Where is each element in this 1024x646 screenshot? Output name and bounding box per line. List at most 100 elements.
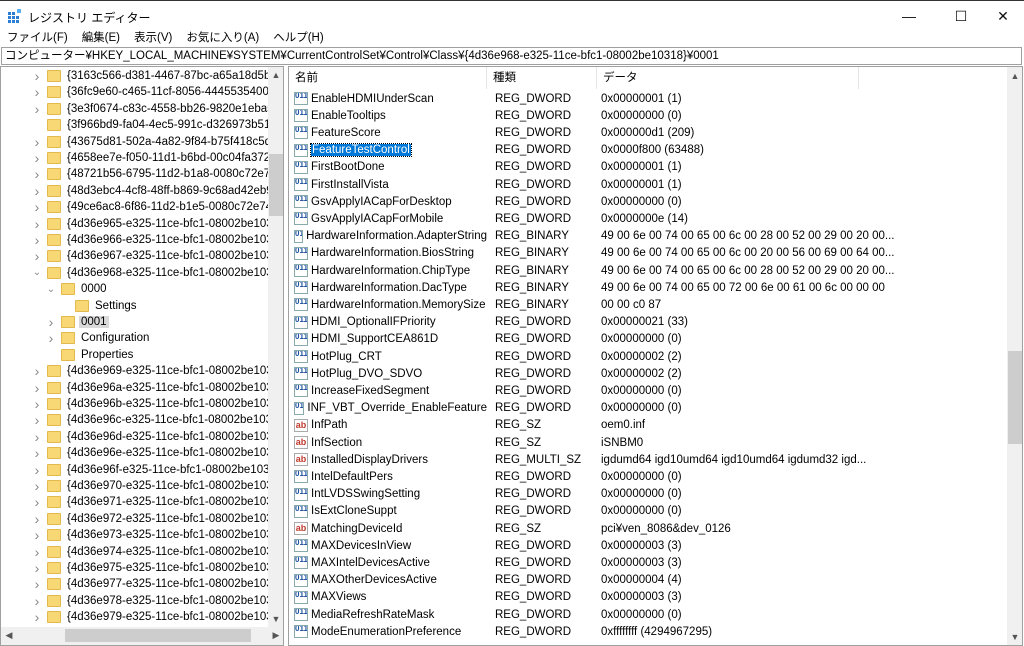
chevron-right-icon[interactable]: › <box>31 380 43 396</box>
chevron-right-icon[interactable]: › <box>45 330 57 346</box>
tree-node-label[interactable]: {4d36e96c-e325-11ce-bfc1-08002be10318} <box>65 414 269 426</box>
tree-node-label[interactable]: {48721b56-6795-11d2-b1a8-0080c72e74a2} <box>65 168 269 180</box>
tree-node[interactable]: › {4d36e978-e325-11ce-bfc1-08002be10318} <box>31 593 269 609</box>
value-name[interactable]: InfPath <box>311 419 347 431</box>
tree-node-label[interactable]: {4d36e96f-e325-11ce-bfc1-08002be10318} <box>65 464 269 476</box>
tree-node[interactable]: › {36fc9e60-c465-11cf-8056-444553540000} <box>31 84 269 100</box>
tree-node-label[interactable]: {4658ee7e-f050-11d1-b6bd-00c04fa372a7} <box>65 152 269 164</box>
value-row[interactable]: 011 110MAXDevicesInView REG_DWORD 0x000000… <box>289 537 1007 554</box>
scroll-down-icon[interactable]: ▼ <box>268 614 283 624</box>
tree-horizontal-scrollbar[interactable]: ◀ ▶ <box>1 627 283 645</box>
value-name[interactable]: FirstInstallVista <box>311 179 389 191</box>
maximize-button[interactable]: ☐ <box>938 1 984 31</box>
value-row[interactable]: 011 110EnableTooltips REG_DWORD 0x00000000… <box>289 107 1007 124</box>
chevron-right-icon[interactable]: › <box>31 363 43 379</box>
chevron-right-icon[interactable]: › <box>31 248 43 264</box>
chevron-right-icon[interactable]: › <box>31 199 43 215</box>
menu-favorites[interactable]: お気に入り(A) <box>179 30 266 47</box>
tree-node-label[interactable]: {4d36e967-e325-11ce-bfc1-08002be10318} <box>65 250 269 262</box>
chevron-right-icon[interactable]: › <box>45 314 57 330</box>
value-name[interactable]: EnableTooltips <box>311 110 386 122</box>
tree-node-label[interactable]: {4d36e96b-e325-11ce-bfc1-08002be10318} <box>65 398 269 410</box>
chevron-right-icon[interactable]: › <box>31 396 43 412</box>
tree-node-label[interactable]: {4d36e965-e325-11ce-bfc1-08002be10318} <box>65 218 269 230</box>
chevron-right-icon[interactable]: › <box>31 68 43 84</box>
value-row[interactable]: 011 110FeatureScore REG_DWORD 0x000000d1 (… <box>289 124 1007 141</box>
tree-node-label[interactable]: {4d36e975-e325-11ce-bfc1-08002be10318} <box>65 562 269 574</box>
value-name[interactable]: HardwareInformation.AdapterString <box>306 230 487 242</box>
value-row[interactable]: ab MatchingDeviceId REG_SZ pci¥ven_8086&dev… <box>289 520 1007 537</box>
tree-node[interactable]: › {4d36e96f-e325-11ce-bfc1-08002be10318} <box>31 462 269 478</box>
tree-node[interactable]: › {4d36e977-e325-11ce-bfc1-08002be10318} <box>31 576 269 592</box>
scroll-thumb[interactable] <box>269 154 283 216</box>
chevron-right-icon[interactable]: › <box>31 609 43 625</box>
tree-node-label[interactable]: {3e3f0674-c83c-4558-bb26-9820e1eba5c5} <box>65 103 269 115</box>
chevron-right-icon[interactable]: › <box>31 429 43 445</box>
value-row[interactable]: 011 110MAXIntelDevicesActive REG_DWORD 0x0… <box>289 554 1007 571</box>
tree-node[interactable]: Properties <box>45 347 135 363</box>
chevron-down-icon[interactable]: ⌄ <box>45 284 57 295</box>
value-row[interactable]: 011 110HDMI_OptionalIFPriority REG_DWORD 0… <box>289 314 1007 331</box>
value-name[interactable]: InfSection <box>311 437 362 449</box>
chevron-right-icon[interactable]: › <box>31 511 43 527</box>
chevron-right-icon[interactable]: › <box>31 232 43 248</box>
value-row[interactable]: 011 110HDMI_SupportCEA861D REG_DWORD 0x000… <box>289 331 1007 348</box>
value-name[interactable]: FeatureTestControl <box>310 143 412 158</box>
value-row[interactable]: 011 110MAXOtherDevicesActive REG_DWORD 0x0… <box>289 572 1007 589</box>
menu-edit[interactable]: 編集(E) <box>75 30 127 47</box>
close-button[interactable]: ✕ <box>980 1 1024 31</box>
tree-node[interactable]: › {4d36e96d-e325-11ce-bfc1-08002be10318} <box>31 429 269 445</box>
tree-node[interactable]: › {4d36e966-e325-11ce-bfc1-08002be10318} <box>31 232 269 248</box>
value-row[interactable]: 011 110IntelDefaultPers REG_DWORD 0x000000… <box>289 468 1007 485</box>
tree-node[interactable]: › {4d36e969-e325-11ce-bfc1-08002be10318} <box>31 363 269 379</box>
tree-node-label[interactable]: 0000 <box>79 283 109 295</box>
tree-node[interactable]: Settings <box>59 298 139 314</box>
tree-node[interactable]: ⌄ {4d36e968-e325-11ce-bfc1-08002be10318} <box>31 265 269 281</box>
chevron-right-icon[interactable]: › <box>31 216 43 232</box>
value-name[interactable]: MAXDevicesInView <box>311 540 411 552</box>
minimize-button[interactable]: — <box>886 1 932 31</box>
tree-node-label[interactable]: Settings <box>93 300 139 312</box>
tree-node[interactable]: › {4d36e967-e325-11ce-bfc1-08002be10318} <box>31 248 269 264</box>
chevron-right-icon[interactable]: › <box>31 478 43 494</box>
tree-node-label[interactable]: {4d36e96d-e325-11ce-bfc1-08002be10318} <box>65 431 269 443</box>
value-row[interactable]: 011 110GsvApplyIACapForMobile REG_DWORD 0x… <box>289 210 1007 227</box>
tree-node[interactable]: › {4d36e96a-e325-11ce-bfc1-08002be10318} <box>31 380 269 396</box>
tree-node-label[interactable]: {4d36e969-e325-11ce-bfc1-08002be10318} <box>65 365 269 377</box>
column-header-type[interactable]: 種類 <box>487 67 597 89</box>
address-bar[interactable]: コンピューター¥HKEY_LOCAL_MACHINE¥SYSTEM¥Curren… <box>1 47 1022 65</box>
tree-node-label[interactable]: Properties <box>79 349 135 361</box>
scroll-up-icon[interactable]: ▲ <box>1007 71 1022 81</box>
value-row[interactable]: 011 110HotPlug_DVO_SDVO REG_DWORD 0x000000… <box>289 365 1007 382</box>
value-row[interactable]: 011 110FirstInstallVista REG_DWORD 0x00000… <box>289 176 1007 193</box>
tree-node-label[interactable]: {36fc9e60-c465-11cf-8056-444553540000} <box>65 86 269 98</box>
tree-node[interactable]: › 0001 <box>45 314 109 330</box>
value-name[interactable]: EnableHDMIUnderScan <box>311 93 434 105</box>
value-row[interactable]: 011 110MediaRefreshRateMask REG_DWORD 0x00… <box>289 606 1007 623</box>
values-vertical-scrollbar[interactable]: ▲ ▼ <box>1007 67 1022 645</box>
value-name[interactable]: MatchingDeviceId <box>311 523 402 535</box>
menu-view[interactable]: 表示(V) <box>127 30 179 47</box>
tree-node-label[interactable]: Configuration <box>79 332 151 344</box>
value-name[interactable]: IncreaseFixedSegment <box>311 385 429 397</box>
tree-node[interactable]: › {3163c566-d381-4467-87bc-a65a18d5b649} <box>31 68 269 84</box>
value-row[interactable]: 011 110HardwareInformation.BiosString REG… <box>289 245 1007 262</box>
scroll-up-icon[interactable]: ▲ <box>268 70 283 80</box>
menu-file[interactable]: ファイル(F) <box>0 30 75 47</box>
value-name[interactable]: HardwareInformation.BiosString <box>311 247 474 259</box>
tree-node-label[interactable]: {4d36e974-e325-11ce-bfc1-08002be10318} <box>65 546 269 558</box>
tree-node[interactable]: › {4d36e979-e325-11ce-bfc1-08002be10318} <box>31 609 269 625</box>
tree-node-label[interactable]: {4d36e966-e325-11ce-bfc1-08002be10318} <box>65 234 269 246</box>
tree-node-label[interactable]: {48d3ebc4-4cf8-48ff-b869-9c68ad42eb9f} <box>65 185 269 197</box>
value-name[interactable]: HotPlug_DVO_SDVO <box>311 368 422 380</box>
value-name[interactable]: IsExtCloneSuppt <box>311 505 397 517</box>
tree-node[interactable]: › {4d36e96e-e325-11ce-bfc1-08002be10318} <box>31 445 269 461</box>
tree-node[interactable]: › {49ce6ac8-6f86-11d2-b1e5-0080c72e74a2} <box>31 199 269 215</box>
chevron-right-icon[interactable]: › <box>31 462 43 478</box>
tree-node-label[interactable]: {4d36e971-e325-11ce-bfc1-08002be10318} <box>65 496 269 508</box>
value-row[interactable]: 011 110IntLVDSSwingSetting REG_DWORD 0x000… <box>289 486 1007 503</box>
chevron-down-icon[interactable]: ⌄ <box>31 267 43 278</box>
tree-node[interactable]: › {4d36e974-e325-11ce-bfc1-08002be10318} <box>31 544 269 560</box>
tree-node[interactable]: › {3e3f0674-c83c-4558-bb26-9820e1eba5c5} <box>31 101 269 117</box>
chevron-right-icon[interactable]: › <box>31 134 43 150</box>
